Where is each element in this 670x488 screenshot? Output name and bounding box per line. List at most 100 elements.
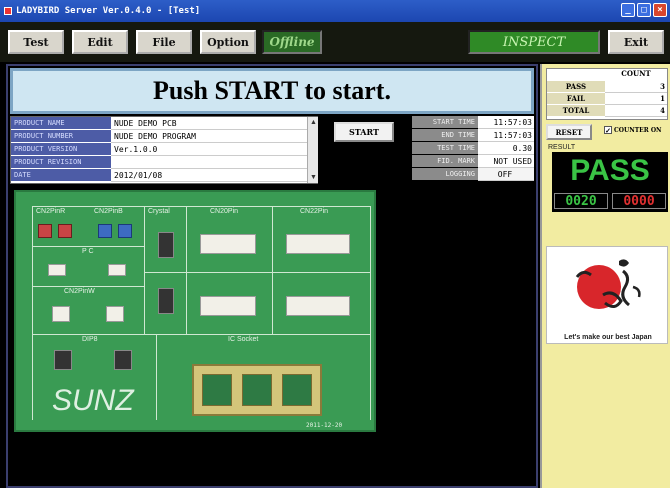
pcb-label: CN2PinB xyxy=(94,208,123,215)
toolbar: Test Edit File Option Offline INSPECT Ex… xyxy=(0,22,670,62)
close-icon[interactable]: × xyxy=(653,3,667,17)
counter-header: COUNT xyxy=(621,69,651,78)
counter-value: 3 xyxy=(605,81,667,93)
socket-slot xyxy=(282,374,312,406)
crystal-component xyxy=(158,232,174,258)
dip8-chip xyxy=(114,350,132,370)
pcb-label: CN22Pin xyxy=(300,208,329,215)
counter-row: TOTAL 4 xyxy=(547,105,667,117)
time-value: OFF xyxy=(478,168,534,181)
info-value[interactable]: NUDE DEMO PROGRAM xyxy=(111,130,307,143)
blue-connector xyxy=(118,224,132,238)
pass-count-display: 0020 xyxy=(554,193,608,209)
crystal-component xyxy=(158,288,174,314)
maximize-icon[interactable]: □ xyxy=(637,3,651,17)
pc-connector xyxy=(48,264,66,276)
info-value[interactable]: NUDE DEMO PCB xyxy=(111,117,307,130)
title-bar: LADYBIRD Server Ver.0.4.0 - [Test] _ □ × xyxy=(0,0,670,22)
time-info-table: START TIME 11:57:03 END TIME 11:57:03 TE… xyxy=(412,116,534,184)
white-connector xyxy=(52,306,70,322)
scroll-up-icon[interactable]: ▲ xyxy=(308,117,319,128)
pcb-trace xyxy=(156,334,157,420)
minimize-icon[interactable]: _ xyxy=(621,3,635,17)
offline-status: Offline xyxy=(262,30,322,54)
file-button[interactable]: File xyxy=(136,30,192,54)
counter-value: 1 xyxy=(605,93,667,105)
pcb-label: CN20Pin xyxy=(210,208,239,215)
ic-socket xyxy=(192,364,322,416)
result-status: PASS xyxy=(570,154,650,187)
info-value[interactable]: Ver.1.0.0 xyxy=(111,143,307,156)
pcb-label: P C xyxy=(82,248,94,255)
dip8-chip xyxy=(54,350,72,370)
info-label: DATE xyxy=(11,169,111,182)
time-row: FID. MARK NOT USED xyxy=(412,155,534,168)
product-info-table: PRODUCT NAME NUDE DEMO PCB PRODUCT NUMBE… xyxy=(10,116,318,184)
pcb-camera-image: CN2PinR CN2PinB Crystal CN20Pin CN22Pin … xyxy=(14,190,376,432)
counter-on-label: COUNTER ON xyxy=(614,126,662,134)
japan-flag-logo-icon xyxy=(575,259,641,309)
time-value: 11:57:03 xyxy=(478,116,534,129)
counter-row: PASS 3 xyxy=(547,81,667,93)
red-connector xyxy=(58,224,72,238)
counter-label: FAIL xyxy=(547,93,605,105)
pcb-trace xyxy=(32,206,370,207)
cn20pin-connector xyxy=(200,296,256,316)
info-value[interactable] xyxy=(111,156,307,169)
info-label: PRODUCT VERSION xyxy=(11,143,111,156)
time-row: TEST TIME 0.30 xyxy=(412,142,534,155)
result-display: PASS 0020 0000 xyxy=(552,152,668,212)
exit-button[interactable]: Exit xyxy=(608,30,664,54)
time-label: FID. MARK xyxy=(412,155,478,168)
pcb-label: IC Socket xyxy=(228,336,259,343)
time-value: 11:57:03 xyxy=(478,129,534,142)
info-scrollbar[interactable]: ▲ ▼ xyxy=(307,117,318,183)
counter-on-checkbox[interactable]: ✓ xyxy=(604,126,612,134)
pcb-label: CN2PinR xyxy=(36,208,66,215)
edit-button[interactable]: Edit xyxy=(72,30,128,54)
counter-label: PASS xyxy=(547,81,605,93)
logo-tagline: Let's make our best Japan xyxy=(564,334,652,341)
pcb-trace xyxy=(370,206,371,420)
counter-label: TOTAL xyxy=(547,105,605,117)
pcb-brand-text: SUNZ xyxy=(52,384,134,417)
info-label: PRODUCT NUMBER xyxy=(11,130,111,143)
info-label: PRODUCT NAME xyxy=(11,117,111,130)
red-connector xyxy=(38,224,52,238)
pcb-trace xyxy=(144,206,145,334)
window-controls: _ □ × xyxy=(621,3,667,17)
info-row: PRODUCT NAME NUDE DEMO PCB xyxy=(11,117,307,130)
pcb-label: CN2PinW xyxy=(64,288,95,295)
info-row: PRODUCT NUMBER NUDE DEMO PROGRAM xyxy=(11,130,307,143)
result-label: RESULT xyxy=(548,144,576,151)
pcb-date: 2011-12-20 xyxy=(306,422,343,429)
counter-on-toggle[interactable]: ✓ COUNTER ON xyxy=(604,126,662,134)
info-value[interactable]: 2012/01/08 xyxy=(111,169,307,182)
time-value: NOT USED xyxy=(478,155,534,168)
pcb-label: Crystal xyxy=(148,208,170,215)
time-row: START TIME 11:57:03 xyxy=(412,116,534,129)
window-title: LADYBIRD Server Ver.0.4.0 - [Test] xyxy=(16,6,201,16)
pcb-trace xyxy=(144,272,370,273)
fail-count-display: 0000 xyxy=(612,193,666,209)
pc-connector xyxy=(108,264,126,276)
cn20pin-connector xyxy=(200,234,256,254)
scroll-down-icon[interactable]: ▼ xyxy=(308,172,319,183)
info-row: PRODUCT REVISION xyxy=(11,156,307,169)
pcb-trace xyxy=(186,206,187,334)
cn22pin-connector xyxy=(286,296,350,316)
time-label: TEST TIME xyxy=(412,142,478,155)
info-row: PRODUCT VERSION Ver.1.0.0 xyxy=(11,143,307,156)
pcb-trace xyxy=(32,206,33,420)
time-label: LOGGING xyxy=(412,168,478,181)
option-button[interactable]: Option xyxy=(200,30,256,54)
pcb-trace xyxy=(272,206,273,334)
instruction-banner: Push START to start. xyxy=(10,68,534,114)
start-button[interactable]: START xyxy=(334,122,394,142)
time-row: LOGGING OFF xyxy=(412,168,534,181)
test-button[interactable]: Test xyxy=(8,30,64,54)
socket-slot xyxy=(242,374,272,406)
reset-button[interactable]: RESET xyxy=(546,124,592,140)
counter-table: COUNT PASS 3 FAIL 1 TOTAL 4 xyxy=(546,68,668,120)
right-panel: COUNT PASS 3 FAIL 1 TOTAL 4 RESET ✓ COUN… xyxy=(540,64,670,488)
